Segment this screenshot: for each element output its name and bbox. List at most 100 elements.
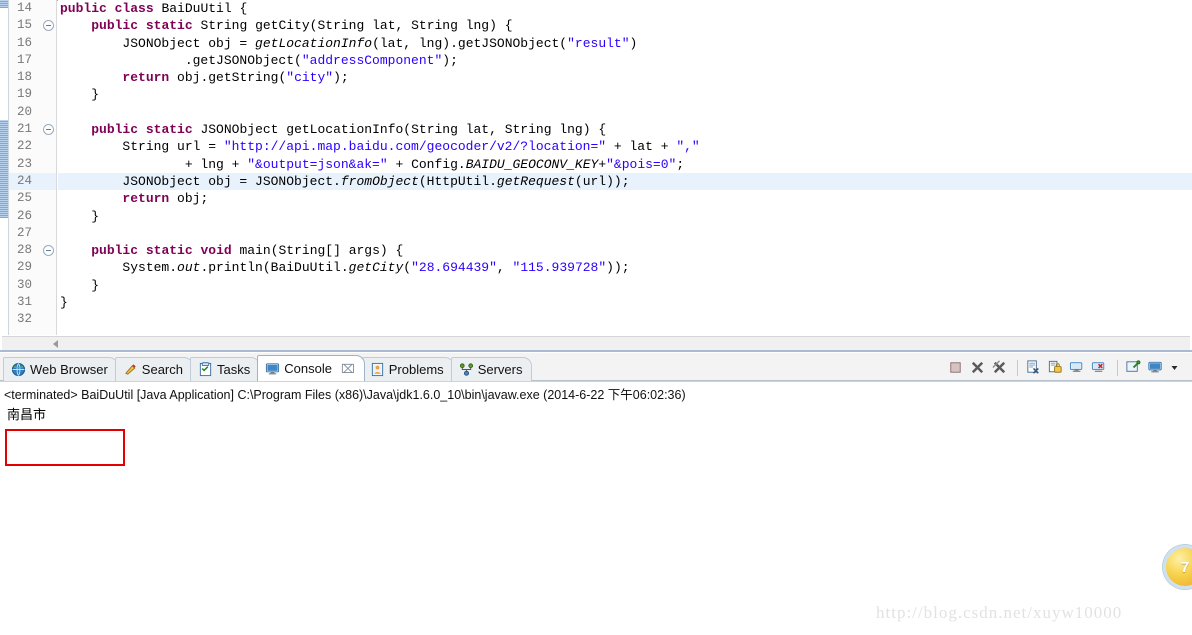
code-line[interactable]: + lng + "&output=json&ak=" + Config.BAID… [58,156,1192,173]
bottom-view-panel: Web Browser Search Tasks Console ⌧ Problems Se… [0,353,1192,635]
line-number-label: 29 [17,260,33,275]
code-token: obj; [169,191,209,207]
code-line[interactable] [58,311,1192,328]
open-console-dropdown[interactable] [1169,359,1188,378]
line-number[interactable]: 29 [9,259,56,276]
line-number[interactable]: 14 [9,0,56,17]
code-line[interactable]: public static void main(String[] args) { [58,242,1192,259]
close-icon[interactable]: ⌧ [341,362,355,376]
code-line[interactable]: JSONObject obj = getLocationInfo(lat, ln… [58,35,1192,52]
scroll-lock-button[interactable] [1047,359,1066,378]
code-token: "&pois=0" [606,156,677,172]
code-token: "115.939728" [512,260,607,276]
code-token: ( [403,260,412,276]
code-token: public [91,18,139,34]
code-token: static [145,122,193,138]
console-view[interactable]: <terminated> BaiDuUtil [Java Application… [0,381,1192,634]
code-line[interactable]: } [58,86,1192,103]
scroll-left-arrow-icon[interactable] [50,339,60,349]
line-number[interactable]: 21 [9,121,56,138]
code-token: public [60,1,107,16]
editor-horizontal-scrollbar[interactable] [2,336,1190,350]
search-icon [123,362,138,377]
tab-problems[interactable]: Problems [361,357,454,381]
code-line[interactable]: return obj; [58,190,1192,207]
fold-collapse-icon[interactable] [43,124,54,136]
code-token: BaiDuUtil { [153,1,248,16]
line-number[interactable]: 18 [9,69,56,86]
line-number-label: 16 [17,35,33,50]
code-line[interactable] [58,104,1192,121]
line-number[interactable]: 16 [9,35,56,52]
tab-console[interactable]: Console ⌧ [257,355,365,381]
line-number[interactable]: 15 [9,17,56,34]
code-line[interactable]: public static JSONObject getLocationInfo… [58,121,1192,138]
remove-all-terminated-button[interactable] [991,359,1010,378]
line-number[interactable]: 17 [9,52,56,69]
line-number[interactable]: 23 [9,156,56,173]
code-token: } [60,295,68,311]
line-number[interactable]: 24 [9,172,56,191]
tab-tasks[interactable]: Tasks [190,357,261,381]
change-marker-block [0,120,8,218]
display-selected-console-button[interactable] [1147,359,1166,378]
code-line[interactable]: return obj.getString("city"); [58,69,1192,86]
code-token: + Config. [387,156,466,172]
code-token: (url)); [574,173,630,189]
change-marker-top [0,0,8,8]
code-line[interactable]: public class BaiDuUtil { [58,0,1192,17]
line-number[interactable]: 25 [9,190,56,207]
code-line[interactable]: JSONObject obj = JSONObject.fromObject(H… [58,172,1192,191]
code-line[interactable] [58,225,1192,242]
code-token: return [122,70,170,86]
tab-servers[interactable]: Servers [450,357,533,381]
code-token: , [496,260,513,276]
line-number-label: 19 [17,87,33,102]
pin-console-button[interactable] [1125,359,1144,378]
clear-console-button[interactable] [1025,359,1044,378]
line-number[interactable]: 26 [9,208,56,225]
editor-bottom-divider [0,350,1192,352]
code-line[interactable]: } [58,294,1192,311]
code-token: "http://api.map.baidu.com/geocoder/v2/?l… [223,139,607,155]
line-number[interactable]: 28 [9,242,56,259]
line-number[interactable]: 32 [9,311,56,328]
line-number[interactable]: 27 [9,225,56,242]
show-console-button[interactable] [1069,359,1088,378]
tab-search[interactable]: Search [114,357,193,381]
line-number-label: 32 [17,312,33,327]
fold-collapse-icon[interactable] [43,245,54,257]
code-token: ; [676,156,685,172]
code-line[interactable]: System.out.println(BaiDuUtil.getCity("28… [58,259,1192,276]
eclipse-ide-window: 14 15 16 17 18 19 20 21 22 23 24 25 26 27 28 29 30 31 32 p… [0,0,1192,635]
editor-line-number-gutter[interactable]: 14 15 16 17 18 19 20 21 22 23 24 25 26 27 28 29 30 31 32 [9,0,57,335]
code-line[interactable]: String url = "http://api.map.baidu.com/g… [58,138,1192,155]
fold-collapse-icon[interactable] [43,20,54,32]
remove-launch-button[interactable] [969,359,988,378]
line-number[interactable]: 20 [9,104,56,121]
line-number-label: 21 [17,122,33,137]
line-number[interactable]: 19 [9,86,56,103]
code-line[interactable]: .getJSONObject("addressComponent"); [58,52,1192,69]
code-line[interactable]: public static String getCity(String lat,… [58,17,1192,34]
tab-web-browser[interactable]: Web Browser [3,357,118,381]
code-line[interactable]: } [58,208,1192,225]
line-number[interactable]: 30 [9,277,56,294]
code-line[interactable]: } [58,277,1192,294]
code-token: return [122,191,170,207]
code-token: + lat + [606,139,677,155]
show-console-error-button[interactable] [1091,359,1110,378]
toolbar-separator [1117,360,1118,376]
code-token: "28.694439" [411,260,497,276]
line-number-label: 15 [17,18,33,33]
line-number-label: 28 [17,243,33,258]
line-number[interactable]: 22 [9,138,56,155]
editor-code-area[interactable]: public class BaiDuUtil { public static S… [58,0,1192,335]
terminate-button[interactable] [947,359,966,378]
line-number[interactable]: 31 [9,294,56,311]
java-editor[interactable]: 14 15 16 17 18 19 20 21 22 23 24 25 26 27 28 29 30 31 32 p… [0,0,1192,352]
code-token: String url = [60,139,224,155]
